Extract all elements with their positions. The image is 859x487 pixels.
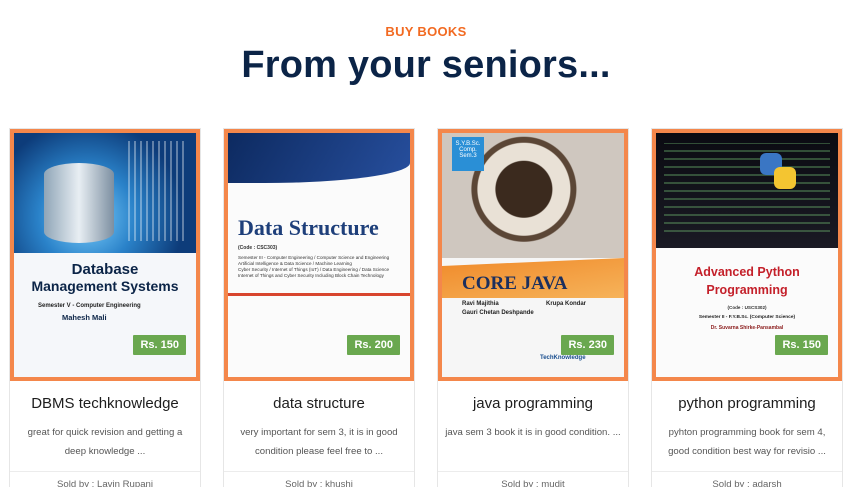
book-description: java sem 3 book it is in good condition.… [445,427,621,438]
book-card-java[interactable]: S.Y.B.Sc. Comp. Sem.3 CORE JAVA Ravi Maj… [437,128,629,487]
book-cover[interactable]: Data Structure (Code : CSC303) Semester … [224,129,414,381]
book-cover[interactable]: Database Management Systems Semester V -… [10,129,200,381]
section-heading: From your seniors... [241,44,611,86]
book-card-dbms[interactable]: Database Management Systems Semester V -… [9,128,201,487]
book-description: pyhton programming book for sem 4, good … [668,427,826,457]
book-seller: Sold by : khushi [224,471,414,487]
price-badge: Rs. 150 [775,335,828,355]
price-badge: Rs. 150 [133,335,186,355]
book-description: great for quick revision and getting a d… [27,427,183,457]
book-card-python[interactable]: Advanced Python Programming (Code : USCS… [651,128,843,487]
book-seller: Sold by : Lavin Rupani [10,471,200,487]
book-seller: Sold by : adarsh [652,471,842,487]
book-title[interactable]: DBMS techknowledge [10,395,200,412]
book-card-data-structure[interactable]: Data Structure (Code : CSC303) Semester … [223,128,415,487]
book-description: very important for sem 3, it is in good … [240,427,398,457]
book-title[interactable]: data structure [224,395,414,412]
book-cover[interactable]: Advanced Python Programming (Code : USCS… [652,129,842,381]
book-seller: Sold by : mudit [438,471,628,487]
book-title[interactable]: java programming [438,395,628,412]
price-badge: Rs. 230 [561,335,614,355]
book-title[interactable]: python programming [652,395,842,412]
price-badge: Rs. 200 [347,335,400,355]
book-cover[interactable]: S.Y.B.Sc. Comp. Sem.3 CORE JAVA Ravi Maj… [438,129,628,381]
section-eyebrow: BUY BOOKS [385,24,467,39]
